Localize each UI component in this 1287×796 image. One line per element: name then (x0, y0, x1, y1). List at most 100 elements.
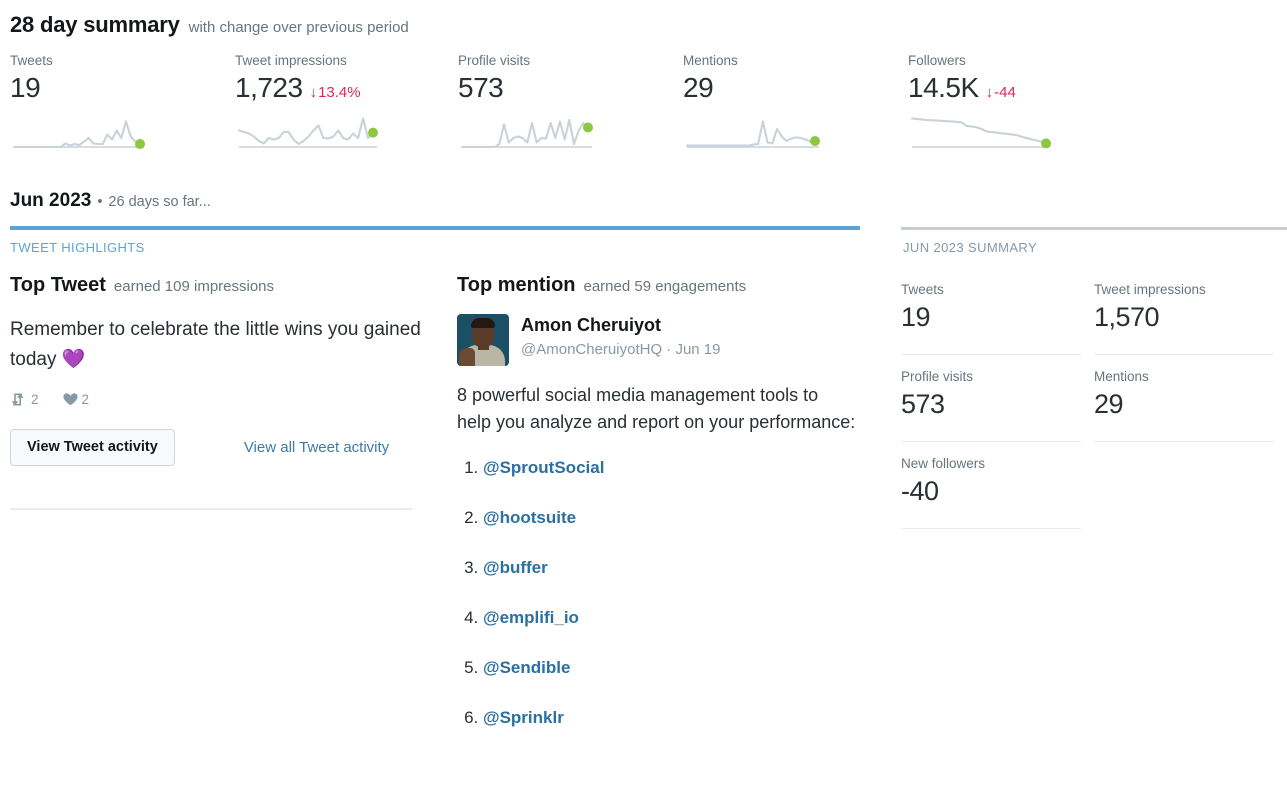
top-tweet-subtitle: earned 109 impressions (113, 278, 275, 295)
summary-cell-value: 573 (901, 389, 945, 419)
top-tweet-title: Top Tweet (10, 274, 106, 296)
mention-handle-link[interactable]: @buffer (483, 558, 548, 577)
retweet-stat: 2 (10, 392, 39, 407)
retweet-count: 2 (31, 392, 39, 407)
top-tweet-header: Top Tweet earned 109 impressions (10, 274, 422, 297)
mention-handle-link[interactable]: @hootsuite (483, 508, 576, 527)
metric-card: Mentions 29 (683, 52, 825, 156)
engagement-stats: 2 2 (10, 392, 422, 407)
summary-cell-empty (1094, 442, 1287, 529)
top-tweet-text: Remember to celebrate the little wins yo… (10, 315, 422, 375)
tweet-highlights-label: TWEET HIGHLIGHTS (10, 240, 145, 255)
metric-value: 29 (683, 72, 714, 103)
list-item: @emplifi_io (483, 608, 857, 628)
metric-value-row: 19 (10, 71, 150, 105)
mention-handle-link[interactable]: @emplifi_io (483, 608, 579, 627)
summary-cell: Tweet impressions 1,570 (1094, 268, 1287, 355)
sparkline-chart (683, 113, 825, 156)
mention-handle-link[interactable]: @SproutSocial (483, 458, 604, 477)
month-title: Jun 2023 (10, 190, 92, 211)
metric-value-row: 29 (683, 71, 825, 105)
avatar-hair (471, 318, 495, 328)
page-title: 28 day summary (10, 12, 180, 37)
analytics-page: 28 day summary with change over previous… (0, 0, 1287, 796)
metric-delta-value: 13.4% (318, 84, 361, 101)
summary-header: 28 day summary with change over previous… (10, 12, 409, 38)
metric-card: Tweets 19 (10, 52, 150, 156)
month-summary-section: Tweets 19 Tweet impressions 1,570 Profile vi… (901, 268, 1287, 529)
top-tweet-section: Top Tweet earned 109 impressions Remembe… (10, 274, 422, 466)
handle-separator: · (666, 341, 672, 358)
month-summary-grid: Tweets 19 Tweet impressions 1,570 Profile vi… (901, 268, 1287, 529)
purple-heart-icon: 💜 (61, 349, 86, 370)
mention-date[interactable]: Jun 19 (675, 341, 720, 358)
summary-cell-label: Profile visits (901, 369, 974, 384)
highlights-divider (10, 226, 860, 230)
month-separator: • (97, 194, 103, 210)
view-all-tweet-activity-link[interactable]: View all Tweet activity (244, 439, 389, 456)
metric-label: Tweet impressions (235, 53, 347, 68)
metric-value: 573 (458, 72, 504, 103)
sparkline-chart (458, 113, 598, 156)
metric-label: Profile visits (458, 53, 531, 68)
list-item: @hootsuite (483, 508, 857, 528)
retweet-icon (10, 393, 27, 406)
list-item: @Sprinklr (483, 708, 857, 728)
avatar-arm (459, 348, 475, 366)
metric-delta-value: -44 (994, 84, 1016, 101)
summary-cell-value: -40 (901, 476, 939, 506)
summary-cell-label: Mentions (1094, 369, 1149, 384)
summary-divider (901, 227, 1287, 230)
top-mention-title: Top mention (457, 274, 576, 296)
summary-cell: Mentions 29 (1094, 355, 1287, 442)
heart-icon (62, 393, 78, 406)
month-summary-label: JUN 2023 SUMMARY (903, 240, 1038, 255)
metric-card: Followers 14.5K ↓ -44 (908, 52, 1056, 156)
tool-list: @SproutSocial @hootsuite @buffer @emplifi_i… (457, 458, 857, 728)
metric-card: Tweet impressions 1,723 ↓ 13.4% (235, 52, 383, 156)
page-subtitle: with change over previous period (188, 19, 409, 36)
top-mention-header: Top mention earned 59 engagements (457, 274, 857, 297)
like-count: 2 (81, 392, 90, 407)
month-subtitle: 26 days so far... (108, 194, 211, 210)
top-mention-subtitle: earned 59 engagements (583, 278, 747, 295)
view-tweet-activity-button[interactable]: View Tweet activity (10, 429, 175, 466)
metric-value: 19 (10, 72, 41, 103)
author-handle[interactable]: @AmonCheruiyotHQ (521, 341, 662, 358)
metric-value: 14.5K (908, 72, 979, 103)
summary-metrics: Tweets 19 Tweet impressions 1,723 ↓ 13.4% Prof… (0, 52, 1287, 162)
summary-cell: New followers -40 (901, 442, 1094, 529)
avatar[interactable] (457, 314, 509, 366)
top-mention-section: Top mention earned 59 engagements Amon C… (457, 274, 857, 758)
top-tweet-actions: View Tweet activity View all Tweet activ… (10, 429, 422, 466)
metric-value: 1,723 (235, 72, 303, 103)
like-stat: 2 (62, 392, 90, 407)
list-item: @SproutSocial (483, 458, 857, 478)
author-name[interactable]: Amon Cheruiyot (521, 314, 721, 337)
metric-value-row: 1,723 ↓ 13.4% (235, 71, 383, 105)
list-item: @Sendible (483, 658, 857, 678)
metric-delta: ↓ 13.4% (310, 84, 361, 101)
metric-label: Mentions (683, 53, 738, 68)
author-meta: Amon Cheruiyot @AmonCheruiyotHQ · Jun 19 (521, 314, 721, 361)
mention-handle-link[interactable]: @Sendible (483, 658, 570, 677)
summary-cell: Tweets 19 (901, 268, 1094, 355)
summary-cell-label: Tweets (901, 282, 944, 297)
metric-card: Profile visits 573 (458, 52, 598, 156)
sparkline-chart (235, 113, 383, 156)
mention-handle-link[interactable]: @Sprinklr (483, 708, 564, 727)
sparkline-chart (10, 113, 150, 156)
list-item: @buffer (483, 558, 857, 578)
summary-cell-label: New followers (901, 456, 986, 471)
metric-value-row: 573 (458, 71, 598, 105)
summary-cell-divider (901, 528, 1081, 529)
metric-value-row: 14.5K ↓ -44 (908, 71, 1056, 105)
mention-author[interactable]: Amon Cheruiyot @AmonCheruiyotHQ · Jun 19 (457, 314, 857, 366)
left-column-bottom-divider (10, 508, 412, 510)
summary-cell: Profile visits 573 (901, 355, 1094, 442)
metric-label: Tweets (10, 53, 53, 68)
sparkline-chart (908, 113, 1056, 156)
summary-cell-value: 29 (1094, 389, 1124, 419)
summary-cell-label: Tweet impressions (1094, 282, 1206, 297)
summary-cell-value: 1,570 (1094, 302, 1160, 332)
